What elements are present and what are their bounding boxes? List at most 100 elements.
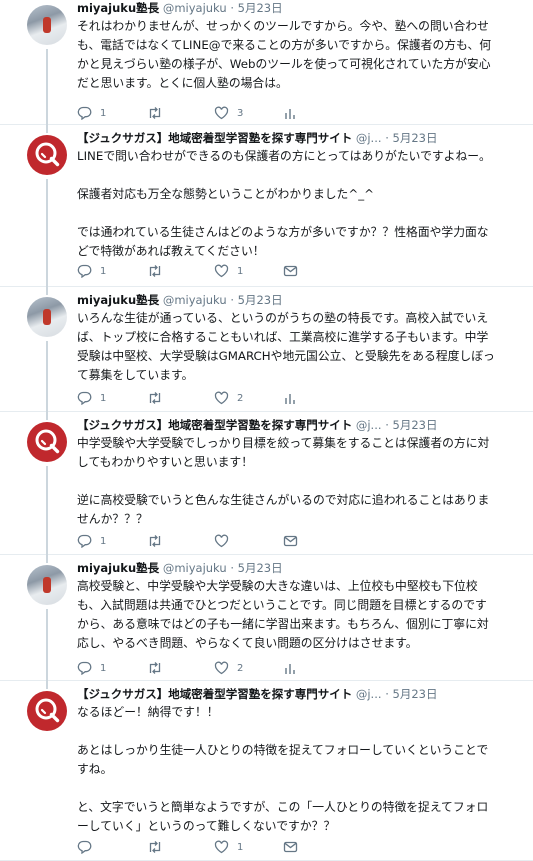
tweet-date[interactable]: 5月23日	[238, 561, 283, 575]
tweet[interactable]: 【ジュクサガス】地域密着型学習塾を探す専門サイト @j... · 5月23日 LI…	[0, 125, 533, 287]
tweet-actions: 11	[77, 264, 317, 280]
like-button[interactable]: 2	[214, 391, 243, 405]
tweet-text-line: 受験は中堅校、大学受験はGMARCHや地元国公立、と受験先をある程度しぼっ	[77, 349, 495, 363]
tweet-text-line: せんか？？？	[77, 512, 148, 526]
retweet-icon	[147, 661, 163, 675]
tweet[interactable]: 【ジュクサガス】地域密着型学習塾を探す専門サイト @j... · 5月23日 なる…	[0, 681, 533, 861]
tweet-text-line: してもわかりやすいと思います！	[77, 455, 254, 469]
like-button[interactable]: 3	[214, 106, 243, 120]
retweet-button[interactable]	[147, 391, 171, 405]
reply-count: 1	[100, 265, 107, 277]
user-handle[interactable]: @miyajuku	[163, 1, 227, 15]
reply-button[interactable]: 1	[77, 391, 106, 405]
tweet-text-line: も、電話ではなくてLINE@で来ることの方が多いですから。保護者の方も、何	[77, 38, 492, 52]
display-name[interactable]: 【ジュクサガス】地域密着型学習塾を探す専門サイト	[77, 687, 352, 701]
display-name[interactable]: miyajuku塾長	[77, 561, 159, 575]
reply-count: 1	[100, 662, 107, 674]
retweet-button[interactable]	[147, 264, 171, 278]
envelope-icon	[283, 264, 298, 278]
separator-dot: ·	[385, 418, 389, 432]
tweet-header: 【ジュクサガス】地域密着型学習塾を探す専門サイト @j... · 5月23日	[77, 686, 521, 702]
separator-dot: ·	[230, 293, 234, 307]
thread-connector	[46, 412, 48, 420]
separator-dot: ·	[385, 131, 389, 145]
retweet-icon	[147, 264, 163, 278]
user-handle[interactable]: @j...	[356, 418, 382, 432]
avatar[interactable]	[27, 297, 67, 337]
analytics-button[interactable]	[283, 391, 297, 405]
thread-connector	[46, 179, 48, 287]
tweet[interactable]: miyajuku塾長 @miyajuku · 5月23日いろんな生徒が通っている…	[0, 287, 533, 412]
brand-logo-avatar[interactable]	[27, 422, 67, 462]
heart-icon	[214, 534, 229, 548]
reply-button[interactable]: 1	[77, 106, 106, 120]
avatar[interactable]	[27, 565, 67, 605]
thread-connector	[46, 49, 48, 125]
tweet-text-line: 保護者対応も万全な態勢ということがわかりました^_^	[77, 187, 374, 201]
heart-icon	[214, 391, 229, 405]
avatar[interactable]	[27, 5, 67, 45]
direct-message-button[interactable]	[283, 534, 298, 548]
user-handle[interactable]: @miyajuku	[163, 561, 227, 575]
user-handle[interactable]: @j...	[356, 687, 382, 701]
tweet-text-line: も、入試問題は共通でひとつだということです。同じ問題を目標とするのです	[77, 598, 487, 612]
display-name[interactable]: miyajuku塾長	[77, 1, 159, 15]
like-button[interactable]: 2	[214, 661, 243, 675]
separator-dot: ·	[385, 687, 389, 701]
heart-icon	[214, 106, 229, 120]
tweet-date[interactable]: 5月23日	[393, 131, 438, 145]
retweet-icon	[147, 391, 163, 405]
tweet-text-line: では通われている生徒さんはどのような方が多いですか？？性格面や学力面な	[77, 225, 489, 239]
reply-button[interactable]: 1	[77, 264, 106, 278]
tweet-text-line: かと見えづらい塾の様子が、Webのツールを使って可視化されていた方が安心	[77, 57, 491, 71]
reply-button[interactable]: 1	[77, 534, 106, 548]
bar-chart-icon	[283, 106, 297, 120]
retweet-button[interactable]	[147, 534, 171, 548]
tweet-date[interactable]: 5月23日	[393, 687, 438, 701]
tweet[interactable]: 【ジュクサガス】地域密着型学習塾を探す専門サイト @j... · 5月23日中学…	[0, 412, 533, 555]
tweet-text-line: 応し、やるべき問題、やらなくて良い問題の区分けはさせます。	[77, 636, 418, 650]
heart-icon	[214, 264, 229, 278]
tweet-actions: 13	[77, 106, 317, 122]
reply-icon	[77, 534, 92, 548]
heart-icon	[214, 661, 229, 675]
brand-logo-avatar[interactable]	[27, 135, 67, 175]
direct-message-button[interactable]	[283, 264, 298, 278]
retweet-icon	[147, 534, 163, 548]
reply-count: 1	[100, 107, 107, 119]
tweet-text-line: なるほどー！納得です！！	[77, 705, 219, 719]
bar-chart-icon	[283, 661, 297, 675]
conversation-thread: miyajuku塾長 @miyajuku · 5月23日 それはわかりませんが、せ…	[0, 0, 533, 861]
tweet[interactable]: miyajuku塾長 @miyajuku · 5月23日 高校受験と、中学受験や大…	[0, 555, 533, 681]
user-handle[interactable]: @miyajuku	[163, 293, 227, 307]
analytics-button[interactable]	[283, 661, 297, 675]
tweet-text-line: LINEで問い合わせができるのも保護者の方にとってはありがたいですよねー。	[77, 149, 491, 163]
tweet-actions: 1	[77, 840, 317, 856]
like-button[interactable]	[214, 534, 237, 548]
analytics-button[interactable]	[283, 106, 297, 120]
display-name[interactable]: 【ジュクサガス】地域密着型学習塾を探す専門サイト	[77, 418, 352, 432]
tweet-date[interactable]: 5月23日	[238, 293, 283, 307]
reply-icon	[77, 264, 92, 278]
tweet-date[interactable]: 5月23日	[393, 418, 438, 432]
display-name[interactable]: miyajuku塾長	[77, 293, 159, 307]
like-button[interactable]: 1	[214, 264, 243, 278]
display-name[interactable]: 【ジュクサガス】地域密着型学習塾を探す専門サイト	[77, 131, 352, 145]
tweet-text-line: 中学受験や大学受験でしっかり目標を絞って募集をすることは保護者の方に対	[77, 436, 490, 450]
tweet-text-line: 高校受験と、中学受験や大学受験の大きな違いは、上位校も中堅校も下位校	[77, 579, 478, 593]
tweet-actions: 12	[77, 391, 317, 407]
reply-button[interactable]: 1	[77, 661, 106, 675]
like-count: 2	[237, 662, 244, 674]
tweet-text-line: と、文字でいうと簡単なようですが、この「一人ひとりの特徴を捉えてフォロ	[77, 800, 489, 814]
retweet-button[interactable]	[147, 661, 171, 675]
retweet-button[interactable]	[147, 106, 171, 120]
tweet[interactable]: miyajuku塾長 @miyajuku · 5月23日 それはわかりませんが、せ…	[0, 0, 533, 125]
tweet-text-line: どで特徴があれば教えてください！	[77, 244, 265, 258]
retweet-icon	[147, 106, 163, 120]
brand-logo-avatar[interactable]	[27, 691, 67, 731]
user-handle[interactable]: @j...	[356, 131, 382, 145]
reply-icon	[77, 391, 92, 405]
tweet-date[interactable]: 5月23日	[238, 1, 283, 15]
tweet-text: いろんな生徒が通っている、というのがうちの塾の特長です。高校入試でいえ ば、トップ…	[77, 309, 519, 385]
thread-connector	[46, 681, 48, 689]
